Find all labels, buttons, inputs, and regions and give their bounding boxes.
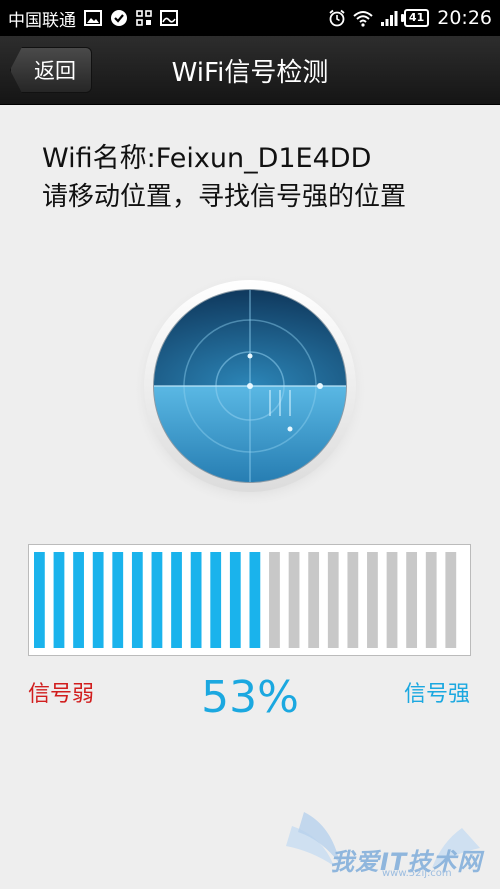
signal-segment-active [73,552,84,648]
signal-segment-active [53,552,65,648]
signal-segment-inactive [445,552,457,648]
instruction-text: 请移动位置，寻找信号强的位置 [42,182,407,212]
grid-icon [136,10,152,26]
check-circle-icon [110,9,128,27]
wifi-icon [352,9,374,27]
signal-segment-inactive [367,552,378,648]
signal-segment-inactive [386,552,398,648]
clock-time: 20:26 [437,7,492,29]
signal-segment-active [34,552,45,648]
signal-segment-active [151,552,163,648]
carrier-label: 中国联通 [8,10,76,31]
back-button[interactable]: 返回 [10,47,92,93]
signal-segment-active [92,552,104,648]
signal-segment-inactive [425,552,437,648]
signal-segment-active [249,552,261,648]
watermark-url: www.52ij.com [382,868,452,879]
signal-segment-inactive [406,552,418,648]
signal-segment-inactive [269,552,280,648]
signal-segment-inactive [327,552,339,648]
status-bar: 中国联通 41 20:26 [0,0,500,36]
signal-segment-active [210,552,222,648]
title-bar: 返回 WiFi信号检测 [0,36,500,105]
signal-strong-label: 信号强 [403,682,470,707]
signal-strength-meter [28,544,471,656]
signal-segment-inactive [288,552,300,648]
cell-signal-icon [380,9,398,27]
signal-segment-active [229,552,241,648]
signal-segment-active [112,552,124,648]
signal-segment-inactive [347,552,359,648]
radar-icon [130,266,370,508]
image-icon [160,10,178,26]
alarm-icon [328,9,346,27]
signal-segment-active [131,552,143,648]
battery-icon: 41 [400,9,430,27]
signal-segment-active [171,552,182,648]
signal-segment-inactive [308,552,320,648]
signal-segment-active [190,552,202,648]
image-icon [84,10,102,26]
wifi-name-text: Wifi名称:Feixun_D1E4DD [42,143,372,174]
